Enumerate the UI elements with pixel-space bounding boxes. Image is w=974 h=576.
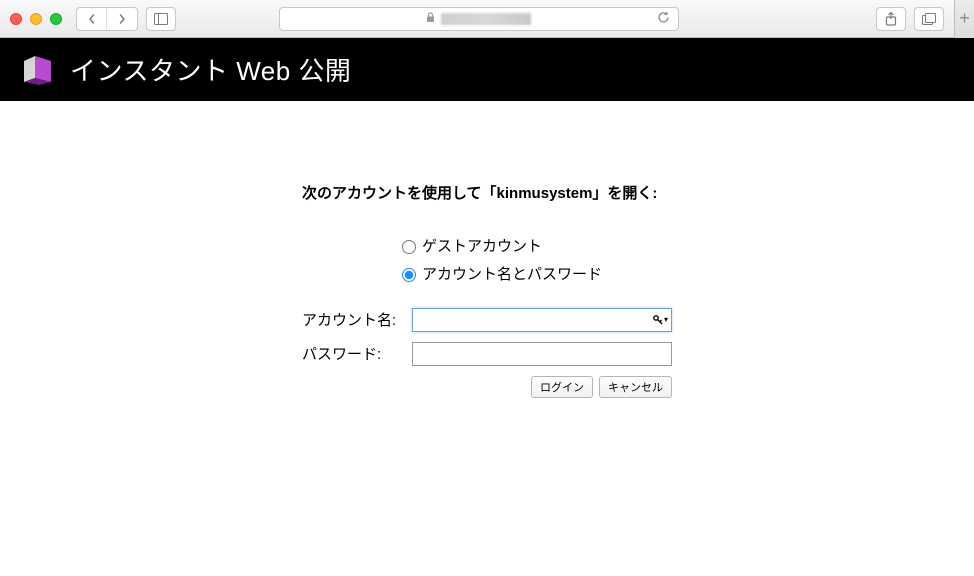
account-type-radio-group: ゲストアカウント アカウント名とパスワード — [402, 233, 672, 290]
account-name-row: アカウント名: ▾ — [302, 308, 672, 332]
tabs-button[interactable] — [914, 7, 944, 31]
url-text-obscured — [441, 13, 531, 25]
login-prompt: 次のアカウントを使用して「kinmusystem」を開く: — [302, 181, 672, 207]
nav-buttons — [76, 7, 138, 31]
new-tab-button[interactable]: + — [954, 0, 974, 38]
filemaker-logo-icon — [20, 52, 56, 88]
account-name-input[interactable] — [412, 308, 672, 332]
window-minimize-button[interactable] — [30, 13, 42, 25]
radio-account-label: アカウント名とパスワード — [422, 261, 602, 290]
account-name-label: アカウント名: — [302, 309, 412, 330]
radio-guest[interactable] — [402, 240, 416, 254]
page-header: インスタント Web 公開 — [0, 38, 974, 101]
radio-account-row[interactable]: アカウント名とパスワード — [402, 261, 672, 290]
window-close-button[interactable] — [10, 13, 22, 25]
share-button[interactable] — [876, 7, 906, 31]
login-button[interactable]: ログイン — [531, 376, 593, 398]
button-row: ログイン キャンセル — [302, 376, 672, 398]
address-bar[interactable] — [279, 7, 679, 31]
login-form: 次のアカウントを使用して「kinmusystem」を開く: ゲストアカウント ア… — [302, 181, 672, 398]
browser-toolbar: + — [0, 0, 974, 38]
radio-guest-label: ゲストアカウント — [422, 233, 542, 262]
reload-button[interactable] — [657, 11, 670, 27]
right-toolbar: + — [876, 0, 964, 38]
lock-icon — [426, 12, 435, 26]
window-controls — [10, 13, 62, 25]
radio-guest-row[interactable]: ゲストアカウント — [402, 233, 672, 262]
sidebar-button[interactable] — [146, 7, 176, 31]
password-row: パスワード: — [302, 342, 672, 366]
password-input[interactable] — [412, 342, 672, 366]
radio-account[interactable] — [402, 268, 416, 282]
page-title: インスタント Web 公開 — [70, 51, 351, 88]
window-zoom-button[interactable] — [50, 13, 62, 25]
account-name-input-wrap: ▾ — [412, 308, 672, 332]
back-button[interactable] — [77, 8, 107, 30]
password-label: パスワード: — [302, 343, 412, 364]
password-input-wrap — [412, 342, 672, 366]
forward-button[interactable] — [107, 8, 137, 30]
cancel-button[interactable]: キャンセル — [599, 376, 672, 398]
